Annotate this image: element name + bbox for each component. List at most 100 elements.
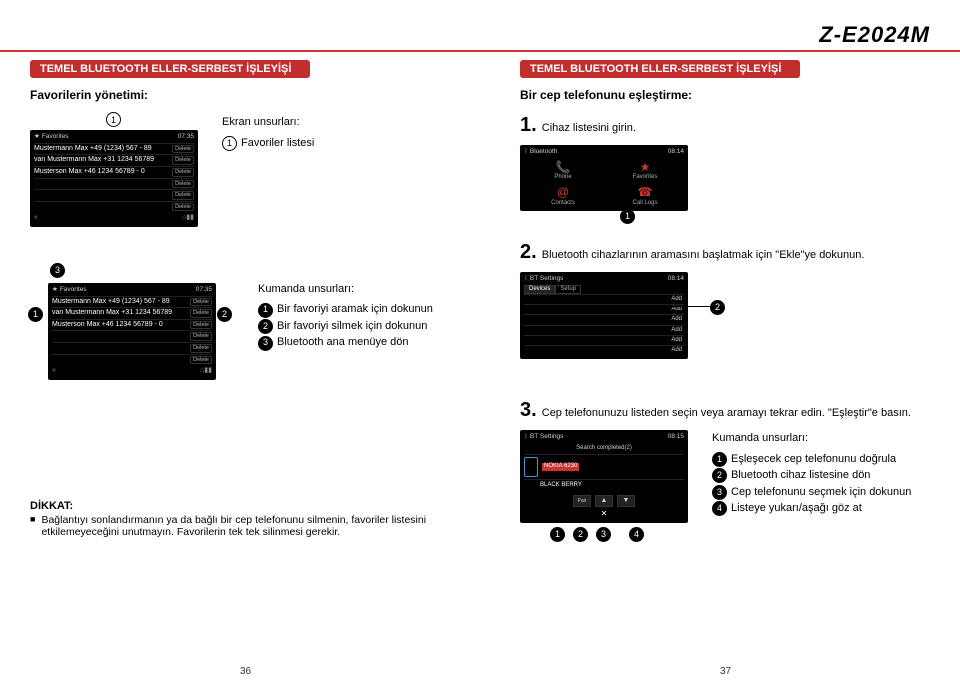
screen-time: 08:14	[668, 148, 684, 156]
brand-logo: Z-E2024M	[819, 22, 930, 48]
bt-main-screenshot: ᛒ Bluetooth 08:14 📞Phone ★Favorites @Con…	[520, 145, 688, 211]
favorites-screenshot-wrap-2: 3 1 2 ★ Favorites 07:35 Mustermann Max +…	[30, 267, 234, 380]
callout-2-solid: 2	[710, 300, 725, 315]
step2-shot-wrap: ᛒ BT Settings 08:14 Devices Setup Add Ad…	[520, 272, 960, 359]
delete-button[interactable]: Delete	[190, 356, 212, 365]
control-item: Bluetooth cihaz listesine dön	[731, 469, 870, 481]
left-page: TEMEL BLUETOOTH ELLER-SERBEST İŞLEYİŞİ F…	[30, 60, 470, 538]
c4-icon: 4	[712, 501, 727, 516]
callout-1: 1	[106, 112, 121, 127]
control-item: Cep telefonunu seçmek için dokunun	[731, 486, 911, 498]
control-item: Bir favoriyi silmek için dokunun	[277, 320, 427, 332]
attention-title: DİKKAT:	[30, 500, 73, 512]
callout-1-solid: 1	[28, 307, 43, 322]
delete-button[interactable]: Delete	[172, 203, 194, 212]
callout-2-solid: 2	[573, 527, 588, 542]
phone-device-icon	[524, 457, 538, 477]
delete-button[interactable]: Delete	[190, 321, 212, 330]
callout-2-solid: 2	[217, 307, 232, 322]
add-button[interactable]: Add	[671, 316, 682, 323]
down-button[interactable]: ▼	[617, 495, 635, 507]
c2-icon: 2	[712, 468, 727, 483]
screen-title: Favorites	[60, 286, 87, 294]
section-subtitle: Bir cep telefonunu eşleştirme:	[520, 88, 960, 102]
controls-title: Kumanda unsurları:	[712, 430, 911, 447]
favorites-tile[interactable]: ★Favorites	[606, 160, 684, 182]
header-divider	[0, 50, 960, 52]
control-item: Bir favoriyi aramak için dokunun	[277, 303, 433, 315]
labels-title: Ekran unsurları:	[222, 114, 314, 131]
bluetooth-icon: ᛒ	[524, 148, 528, 156]
control-item: Bluetooth ana menüye dön	[277, 336, 409, 348]
add-button[interactable]: Add	[671, 347, 682, 354]
add-button[interactable]: Add	[671, 306, 682, 313]
screen-time: 07:35	[178, 133, 194, 141]
fav-row: van Mustermann Max +31 1234 56789	[34, 156, 154, 165]
step-1: 1. Cihaz listesini girin.	[520, 114, 960, 137]
screen-title: BT Settings	[530, 433, 563, 441]
step-text: Cep telefonunuzu listeden seçin veya ara…	[542, 407, 911, 419]
favorites-screenshot-wrap: 1 ★ Favorites 07:35 Mustermann Max +49 (…	[30, 114, 198, 227]
step-text: Bluetooth cihazlarının aramasını başlatm…	[542, 249, 865, 261]
fav-row[interactable]: van Mustermann Max +31 1234 56789	[52, 309, 172, 318]
back-icon[interactable]: «	[52, 367, 56, 375]
pair-button[interactable]: Pair	[573, 495, 591, 507]
search-result-name: BLACK BERRY	[540, 482, 582, 489]
screen-time: 07:35	[196, 286, 212, 294]
calllogs-tile[interactable]: ☎Call Logs	[606, 185, 684, 207]
fav-row[interactable]: Mustermann Max +49 (1234) 567 - 89	[52, 298, 170, 307]
control-item: Eşleşecek cep telefonunu doğrula	[731, 453, 896, 465]
delete-button[interactable]: Delete	[190, 332, 212, 341]
circle-1: 1	[222, 136, 237, 151]
step-3: 3. Cep telefonunuzu listeden seçin veya …	[520, 399, 960, 422]
contacts-tile[interactable]: @Contacts	[524, 185, 602, 207]
add-button[interactable]: Add	[671, 327, 682, 334]
step-2: 2. Bluetooth cihazlarının aramasını başl…	[520, 241, 960, 264]
signal-icon: ⌂▮▮	[200, 367, 212, 375]
control-item: Listeye yukarı/aşağı göz at	[731, 502, 862, 514]
delete-button[interactable]: Delete	[190, 309, 212, 318]
delete-button[interactable]: Delete	[190, 298, 212, 307]
tab-setup[interactable]: Setup	[555, 285, 581, 294]
delete-button[interactable]: Delete	[190, 344, 212, 353]
favorites-screenshot: ★ Favorites 07:35 Mustermann Max +49 (12…	[30, 130, 198, 227]
bt-settings-screenshot: ᛒ BT Settings 08:14 Devices Setup Add Ad…	[520, 272, 688, 359]
step-number: 3.	[520, 399, 537, 421]
screen-title: Favorites	[42, 133, 69, 141]
callout-3: 3	[50, 263, 65, 278]
screen-title: BT Settings	[530, 275, 563, 283]
callout-1-solid: 1	[620, 209, 635, 224]
delete-button[interactable]: Delete	[172, 168, 194, 177]
search-result-header: Search completed(2)	[524, 443, 684, 454]
fav-row: Musterson Max +46 1234 56789 - 0	[34, 168, 145, 177]
phone-tile[interactable]: 📞Phone	[524, 160, 602, 182]
search-result-row[interactable]: BLACK BERRY	[524, 479, 684, 491]
star-icon: ★	[52, 286, 58, 294]
callout-3-solid: 3	[596, 527, 611, 542]
screen-labels: Ekran unsurları: 1 Favoriler listesi	[222, 114, 314, 151]
delete-button[interactable]: Delete	[172, 180, 194, 189]
section-subtitle: Favorilerin yönetimi:	[30, 88, 470, 102]
step3-shot-wrap: ᛒ BT Settings 08:15 Search completed(2) …	[520, 430, 688, 542]
step-text: Cihaz listesini girin.	[542, 122, 636, 134]
calllog-icon: ☎	[638, 185, 653, 199]
up-button[interactable]: ▲	[595, 495, 613, 507]
callout-line	[670, 306, 710, 307]
bluetooth-icon: ᛒ	[524, 433, 528, 441]
right-page: TEMEL BLUETOOTH ELLER-SERBEST İŞLEYİŞİ B…	[520, 60, 960, 542]
delete-button[interactable]: Delete	[172, 156, 194, 165]
phone-icon: 📞	[556, 160, 571, 174]
back-icon[interactable]: «	[34, 214, 38, 222]
fav-row[interactable]: Musterson Max +46 1234 56789 - 0	[52, 321, 163, 330]
page-number-right: 37	[720, 666, 731, 677]
search-result-row[interactable]: NOKIA 6230	[524, 454, 684, 479]
delete-button[interactable]: Delete	[172, 145, 194, 154]
delete-button[interactable]: Delete	[172, 191, 194, 200]
add-button[interactable]: Add	[671, 337, 682, 344]
c2-icon: 2	[258, 319, 273, 334]
close-button[interactable]: ✕	[524, 509, 684, 519]
add-button[interactable]: Add	[671, 296, 682, 303]
tab-devices[interactable]: Devices	[524, 285, 555, 294]
section-heading: TEMEL BLUETOOTH ELLER-SERBEST İŞLEYİŞİ	[30, 60, 310, 78]
label-item: Favoriler listesi	[241, 137, 314, 149]
